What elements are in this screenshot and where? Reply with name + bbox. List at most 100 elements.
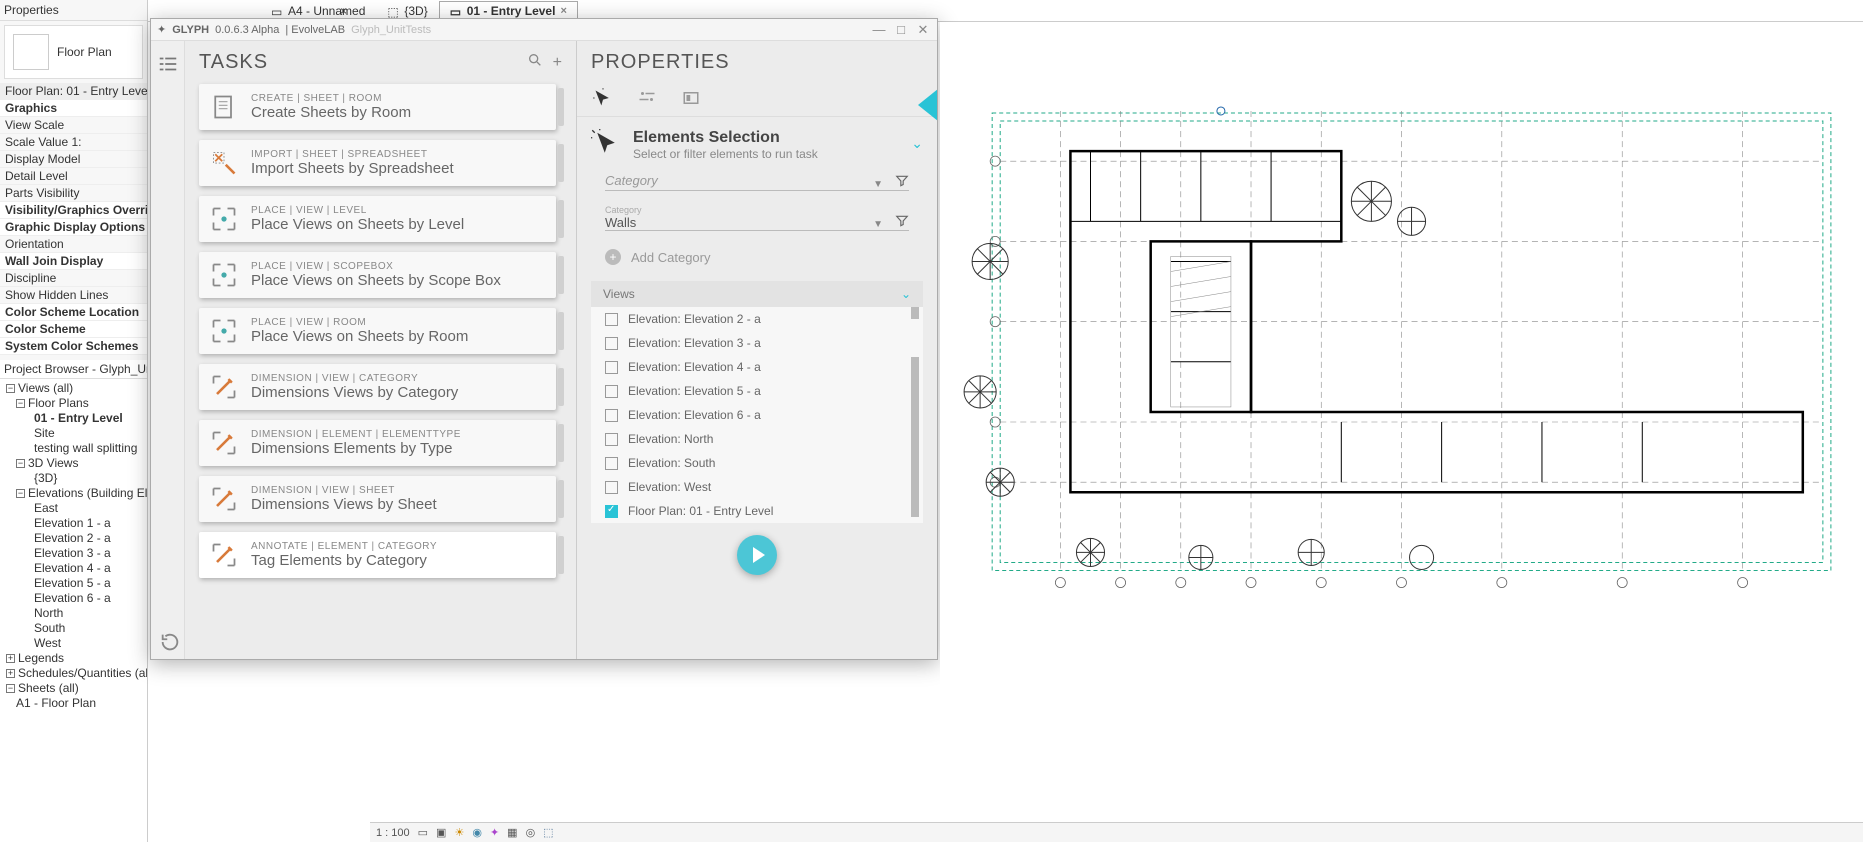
property-row[interactable]: Display Model (0, 151, 147, 168)
tree-node[interactable]: Elevation 5 - a (0, 576, 147, 591)
sun-path-icon[interactable]: ☀ (454, 826, 464, 839)
tree-node[interactable]: Elevation 4 - a (0, 561, 147, 576)
checkbox[interactable] (605, 433, 618, 446)
property-row[interactable]: Graphics (0, 100, 147, 117)
tree-node[interactable]: +Legends (0, 651, 147, 666)
run-button[interactable] (737, 535, 777, 575)
close-button[interactable]: ✕ (915, 22, 931, 38)
filter-icon[interactable] (895, 214, 909, 228)
tree-node[interactable]: South (0, 621, 147, 636)
search-icon[interactable] (527, 52, 543, 73)
collapse-handle[interactable] (918, 89, 937, 121)
view-row[interactable]: Elevation: Elevation 5 - a (591, 379, 923, 403)
crop-visible-icon[interactable]: ▣ (436, 826, 446, 839)
property-row[interactable]: Visibility/Graphics Overrides (0, 202, 147, 219)
property-row[interactable]: Show Hidden Lines (0, 287, 147, 304)
type-selector[interactable]: Floor Plan (4, 25, 143, 79)
tree-node[interactable]: +Schedules/Quantities (all) (0, 666, 147, 681)
checkbox[interactable] (605, 409, 618, 422)
tree-node[interactable]: testing wall splitting (0, 441, 147, 456)
output-tab-icon[interactable] (679, 86, 703, 110)
view-row[interactable]: Elevation: West (591, 475, 923, 499)
view-row[interactable]: Elevation: Elevation 3 - a (591, 331, 923, 355)
task-card[interactable]: DIMENSION | VIEW | CATEGORYDimensions Vi… (199, 364, 556, 410)
property-row[interactable]: View Scale (0, 117, 147, 134)
checkbox[interactable] (605, 337, 618, 350)
tree-node[interactable]: −3D Views (0, 456, 147, 471)
property-row[interactable]: Discipline (0, 270, 147, 287)
task-card[interactable]: DIMENSION | VIEW | SHEETDimensions Views… (199, 476, 556, 522)
property-row[interactable]: Scale Value 1: (0, 134, 147, 151)
tree-node[interactable]: −Floor Plans (0, 396, 147, 411)
glyph-titlebar[interactable]: ✦ GLYPH 0.0.6.3 Alpha | EvolveLAB Glyph_… (151, 19, 937, 41)
close-icon[interactable]: × (340, 4, 347, 18)
checkbox[interactable] (605, 361, 618, 374)
checkbox[interactable] (605, 385, 618, 398)
task-card[interactable]: ANNOTATE | ELEMENT | CATEGORYTag Element… (199, 532, 556, 578)
render-icon[interactable]: ✦ (490, 826, 499, 839)
category-filter[interactable]: Category Walls ▼ (605, 205, 909, 231)
tree-node[interactable]: West (0, 636, 147, 651)
checkbox[interactable] (605, 457, 618, 470)
tree-node[interactable]: {3D} (0, 471, 147, 486)
view-control-bar[interactable]: 1 : 100 ▭ ▣ ☀ ◉ ✦ ▦ ◎ ⬚ (370, 822, 1863, 842)
visual-style-icon[interactable]: ▦ (507, 826, 517, 839)
list-icon[interactable] (157, 53, 179, 75)
chevron-down-icon[interactable]: ⌄ (911, 135, 923, 152)
shadows-icon[interactable]: ◉ (472, 826, 482, 839)
task-card[interactable]: IMPORT | SHEET | SPREADSHEETImport Sheet… (199, 140, 556, 186)
minimize-button[interactable]: — (871, 22, 887, 37)
drawing-canvas[interactable] (940, 22, 1863, 822)
tree-node[interactable]: 01 - Entry Level (0, 411, 147, 426)
selection-tab-icon[interactable] (591, 86, 615, 110)
tree-node[interactable]: Elevation 2 - a (0, 531, 147, 546)
view-row[interactable]: Floor Plan: 01 - Entry Level (591, 499, 923, 523)
scale-label[interactable]: 1 : 100 (376, 827, 410, 839)
task-card[interactable]: PLACE | VIEW | LEVELPlace Views on Sheet… (199, 196, 556, 242)
tree-node[interactable]: Site (0, 426, 147, 441)
add-category-button[interactable]: + Add Category (577, 245, 937, 281)
tree-node[interactable]: −Sheets (all) (0, 681, 147, 696)
temp-hide-icon[interactable]: ⬚ (543, 826, 553, 839)
property-row[interactable]: Graphic Display Options (0, 219, 147, 236)
tree-node[interactable]: North (0, 606, 147, 621)
checkbox[interactable] (605, 481, 618, 494)
tree-node[interactable]: East (0, 501, 147, 516)
view-row[interactable]: Elevation: South (591, 451, 923, 475)
tree-node[interactable]: Elevation 1 - a (0, 516, 147, 531)
task-card[interactable]: PLACE | VIEW | SCOPEBOXPlace Views on Sh… (199, 252, 556, 298)
view-row[interactable]: Elevation: Elevation 6 - a (591, 403, 923, 427)
reveal-icon[interactable]: ◎ (526, 826, 536, 839)
maximize-button[interactable]: □ (893, 22, 909, 37)
tree-node[interactable]: A1 - Floor Plan (0, 696, 147, 711)
tree-node[interactable]: Elevation 6 - a (0, 591, 147, 606)
tree-node[interactable]: −Views (all) (0, 381, 147, 396)
task-card[interactable]: CREATE | SHEET | ROOMCreate Sheets by Ro… (199, 84, 556, 130)
filter-icon[interactable] (895, 174, 909, 188)
view-row[interactable]: Elevation: North (591, 427, 923, 451)
views-scrollbar[interactable] (911, 307, 921, 523)
property-row[interactable]: Wall Join Display (0, 253, 147, 270)
property-row[interactable]: Detail Level (0, 168, 147, 185)
tree-node[interactable]: Elevation 3 - a (0, 546, 147, 561)
checkbox[interactable] (605, 313, 618, 326)
crop-icon[interactable]: ▭ (418, 826, 428, 839)
property-row[interactable]: Color Scheme (0, 321, 147, 338)
tree-node[interactable]: −Elevations (Building Eleva (0, 486, 147, 501)
property-row[interactable]: Color Scheme Location (0, 304, 147, 321)
views-header[interactable]: Views ⌄ (591, 281, 923, 307)
checkbox[interactable] (605, 505, 618, 518)
task-card[interactable]: PLACE | VIEW | ROOMPlace Views on Sheets… (199, 308, 556, 354)
browser-tree[interactable]: −Views (all)−Floor Plans01 - Entry Level… (0, 379, 147, 713)
view-row[interactable]: Elevation: Elevation 4 - a (591, 355, 923, 379)
view-row[interactable]: Elevation: Elevation 2 - a (591, 307, 923, 331)
close-icon[interactable]: × (560, 5, 566, 17)
category-filter-empty[interactable]: Category ▼ (605, 173, 909, 191)
refresh-icon[interactable] (159, 631, 181, 653)
property-row[interactable]: System Color Schemes (0, 338, 147, 355)
property-row[interactable]: Orientation (0, 236, 147, 253)
add-task-icon[interactable]: + (553, 54, 562, 72)
property-row[interactable]: Parts Visibility (0, 185, 147, 202)
settings-tab-icon[interactable] (635, 86, 659, 110)
task-card[interactable]: DIMENSION | ELEMENT | ELEMENTTYPEDimensi… (199, 420, 556, 466)
